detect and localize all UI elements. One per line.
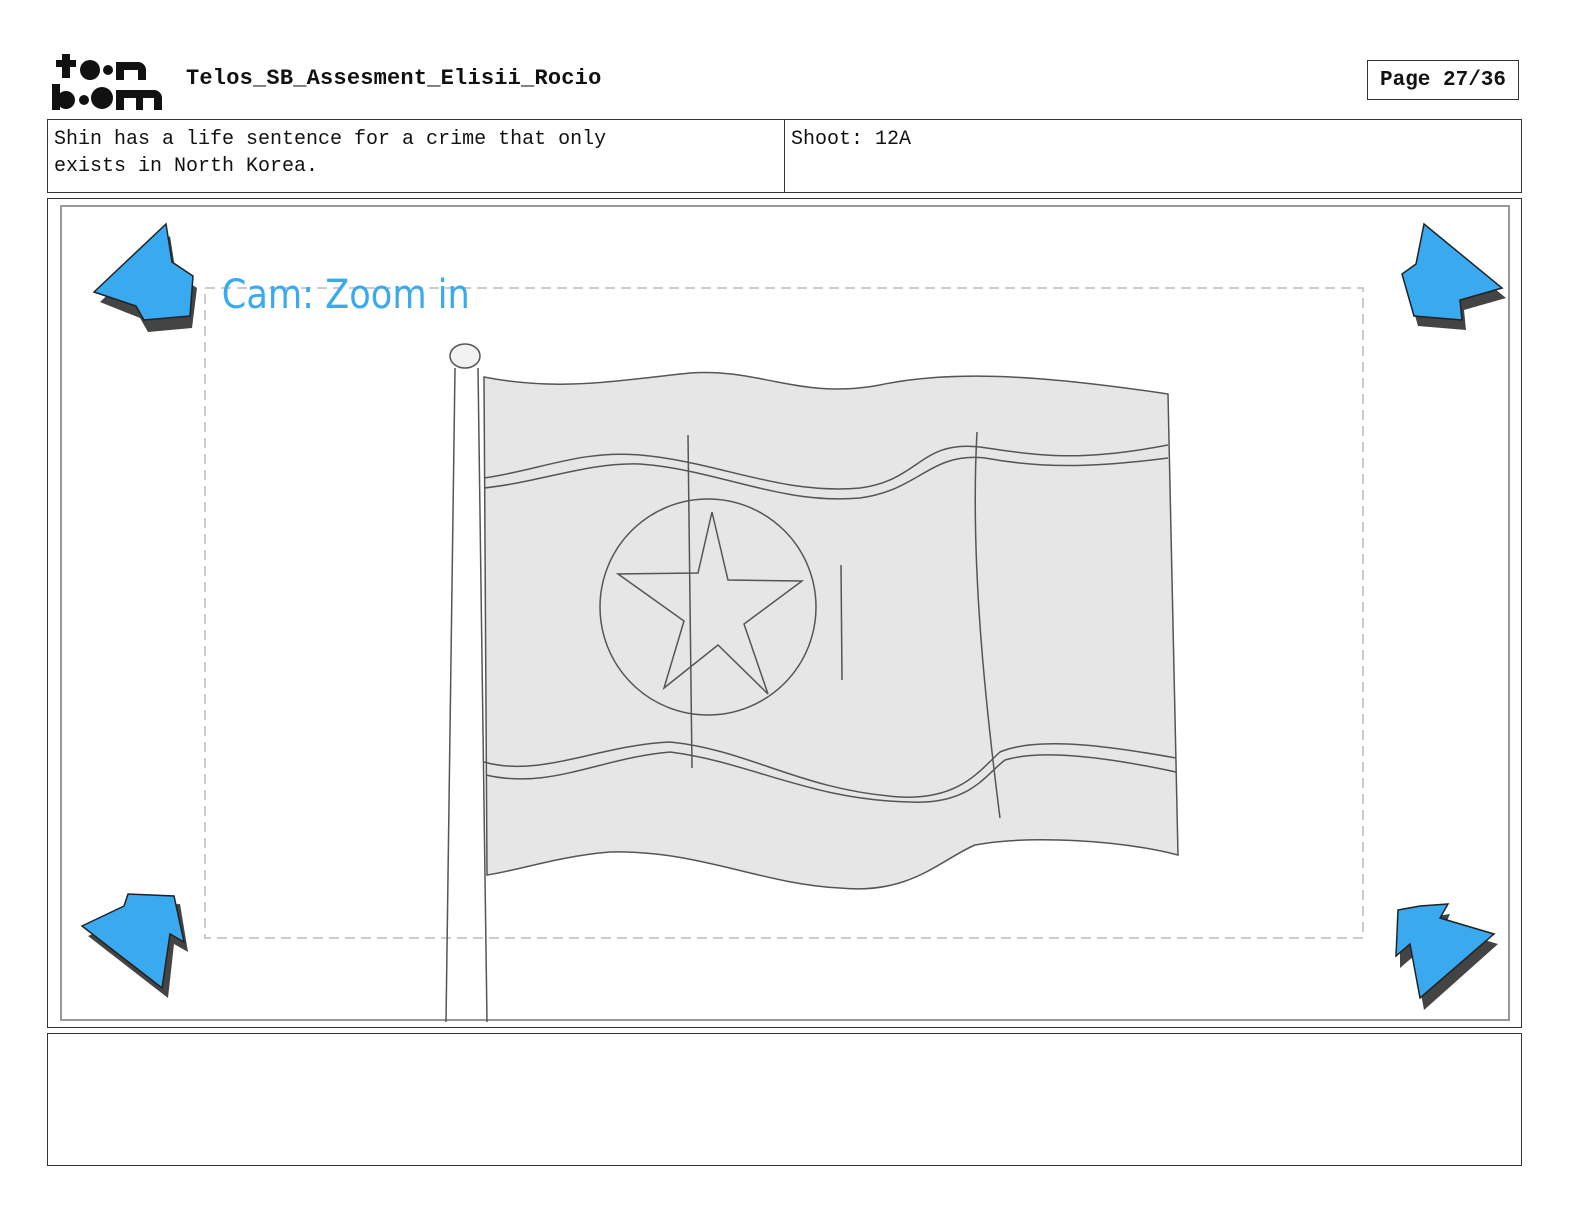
camera-note: Cam: Zoom in	[222, 271, 470, 318]
arrow-bottom-left-icon	[80, 893, 188, 998]
flag-pole	[445, 367, 488, 1023]
arrow-top-left-icon	[92, 222, 197, 332]
dialogue-notes-box	[47, 1033, 1522, 1166]
flag-pole-finial	[449, 343, 481, 369]
arrow-bottom-right-icon	[1395, 903, 1498, 1010]
flag-cloth	[483, 371, 1179, 890]
arrow-top-right-icon	[1401, 222, 1506, 330]
